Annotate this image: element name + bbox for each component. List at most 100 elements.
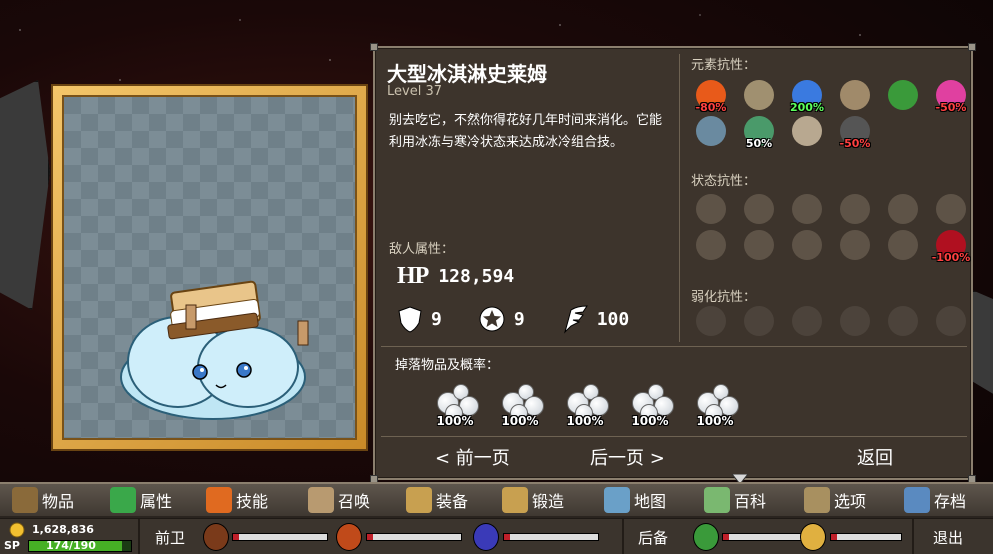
front-line-label: 前卫 — [155, 529, 186, 547]
hero-hp-bar-2 — [366, 533, 462, 541]
status-resist-label: 状态抗性： — [691, 174, 757, 189]
wing-outline-icon — [936, 306, 966, 336]
monster-name: 大型冰淇淋史莱姆 — [387, 62, 547, 86]
sp-value: 174/190 — [46, 539, 96, 552]
rock-decoration — [0, 80, 50, 310]
hp-label: HP — [397, 263, 429, 289]
eye-icon — [888, 306, 918, 336]
monster-level: Level 37 — [387, 84, 442, 99]
boot-icon — [406, 487, 432, 513]
menu-label: 装备 — [436, 492, 469, 511]
back-button[interactable]: 返回 — [857, 444, 893, 470]
menu-gem-button[interactable]: 属性 — [104, 484, 178, 516]
menu-label: 锻造 — [532, 492, 565, 511]
hero-portrait-3[interactable] — [473, 523, 499, 551]
menu-summon-button[interactable]: 召唤 — [302, 484, 376, 516]
sleep-icon — [840, 230, 870, 260]
divider — [138, 519, 140, 554]
star-shield-icon — [479, 306, 505, 332]
status-resist-cell — [737, 230, 781, 260]
earth-icon — [840, 80, 870, 110]
drop-chance: 100% — [436, 414, 474, 428]
menu-flame-button[interactable]: 技能 — [200, 484, 274, 516]
panel-divider — [381, 436, 967, 437]
status-resist-cell — [881, 194, 925, 224]
reserve-portrait-1[interactable] — [693, 523, 719, 551]
drop-item[interactable]: 100% — [496, 378, 544, 428]
menu-label: 属性 — [140, 492, 173, 511]
drop-item[interactable]: 100% — [431, 378, 479, 428]
hero-portrait-1[interactable] — [203, 523, 229, 551]
reserve-label: 后备 — [638, 529, 669, 547]
menu-map-button[interactable]: 地图 — [598, 484, 672, 516]
freeze-icon — [792, 194, 822, 224]
star-icon — [744, 306, 774, 336]
gameboy-icon — [704, 487, 730, 513]
status-resist-cell — [689, 194, 733, 224]
gold-amount: 1,628,836 — [32, 523, 94, 536]
menu-gear-button[interactable]: 选项 — [798, 484, 872, 516]
menu-gameboy-button[interactable]: 百科 — [698, 484, 772, 516]
gear-icon — [804, 487, 830, 513]
element-resist-value: -50% — [839, 137, 871, 150]
divider — [622, 519, 624, 554]
armor-value: 9 — [431, 308, 442, 330]
element-resist-cell: -50% — [833, 116, 877, 150]
hero-portrait-2[interactable] — [336, 523, 362, 551]
reserve-hp-bar-2 — [830, 533, 902, 541]
menu-anvil-button[interactable]: 锻造 — [496, 484, 570, 516]
menu-label: 百科 — [734, 492, 767, 511]
star-circle-icon — [840, 306, 870, 336]
drop-item[interactable]: 100% — [561, 378, 609, 428]
hero-hp-fill — [504, 534, 510, 540]
panel-divider — [679, 54, 680, 342]
status-resist-cell: -100% — [929, 230, 973, 264]
menu-label: 技能 — [236, 492, 269, 511]
prev-page-button[interactable]: < 前一页 — [435, 444, 510, 470]
panel-corner — [968, 43, 976, 51]
drop-item[interactable]: 100% — [626, 378, 674, 428]
curse-icon — [936, 194, 966, 224]
element-resist-cell — [737, 80, 781, 110]
drop-chance: 100% — [566, 414, 604, 428]
hero-hp-bar-1 — [232, 533, 328, 541]
silence-icon — [888, 230, 918, 260]
fear-icon — [744, 230, 774, 260]
burn-icon — [696, 194, 726, 224]
menu-bag-button[interactable]: 物品 — [6, 484, 80, 516]
menu-label: 物品 — [42, 492, 75, 511]
exit-button[interactable]: 退出 — [933, 527, 963, 548]
defense-stats-row: 9 9 100 — [397, 304, 665, 334]
poison-icon — [888, 80, 918, 110]
menu-label: 存档 — [934, 492, 967, 511]
drop-item[interactable]: 100% — [691, 378, 739, 428]
debuff-resist-cell — [737, 306, 781, 336]
element-resist-value: 200% — [790, 101, 824, 114]
water-icon — [696, 116, 726, 146]
map-icon — [604, 487, 630, 513]
armor-stat: 9 — [397, 305, 442, 333]
menu-floppy-button[interactable]: 存档 — [898, 484, 972, 516]
divider — [912, 519, 914, 554]
monster-info-panel: 大型冰淇淋史莱姆 Level 37 别去吃它，不然你得花好几年时间来消化。它能利… — [370, 43, 976, 483]
ice-cream-slime-image — [120, 280, 309, 420]
panel-divider — [381, 346, 967, 347]
status-resist-cell — [737, 194, 781, 224]
weaken-icon — [792, 230, 822, 260]
drops-list: 100% 100% 100% 100% 100% — [431, 378, 739, 428]
sp-label: SP — [4, 539, 20, 552]
menu-boot-button[interactable]: 装备 — [400, 484, 474, 516]
hp-value: 128,594 — [438, 266, 515, 287]
next-page-button[interactable]: 后一页 > — [590, 444, 665, 470]
panel-corner — [370, 43, 378, 51]
element-resist-cell — [881, 80, 925, 110]
debuff-resist-grid — [689, 306, 973, 336]
hero-hp-fill — [367, 534, 373, 540]
debuff-resist-cell — [881, 306, 925, 336]
debuff-resist-cell — [689, 306, 733, 336]
leaf-icon — [696, 306, 726, 336]
hero-hp-bar-3 — [503, 533, 599, 541]
shield-outline-icon — [792, 306, 822, 336]
confuse-icon — [696, 230, 726, 260]
reserve-portrait-2[interactable] — [800, 523, 826, 551]
